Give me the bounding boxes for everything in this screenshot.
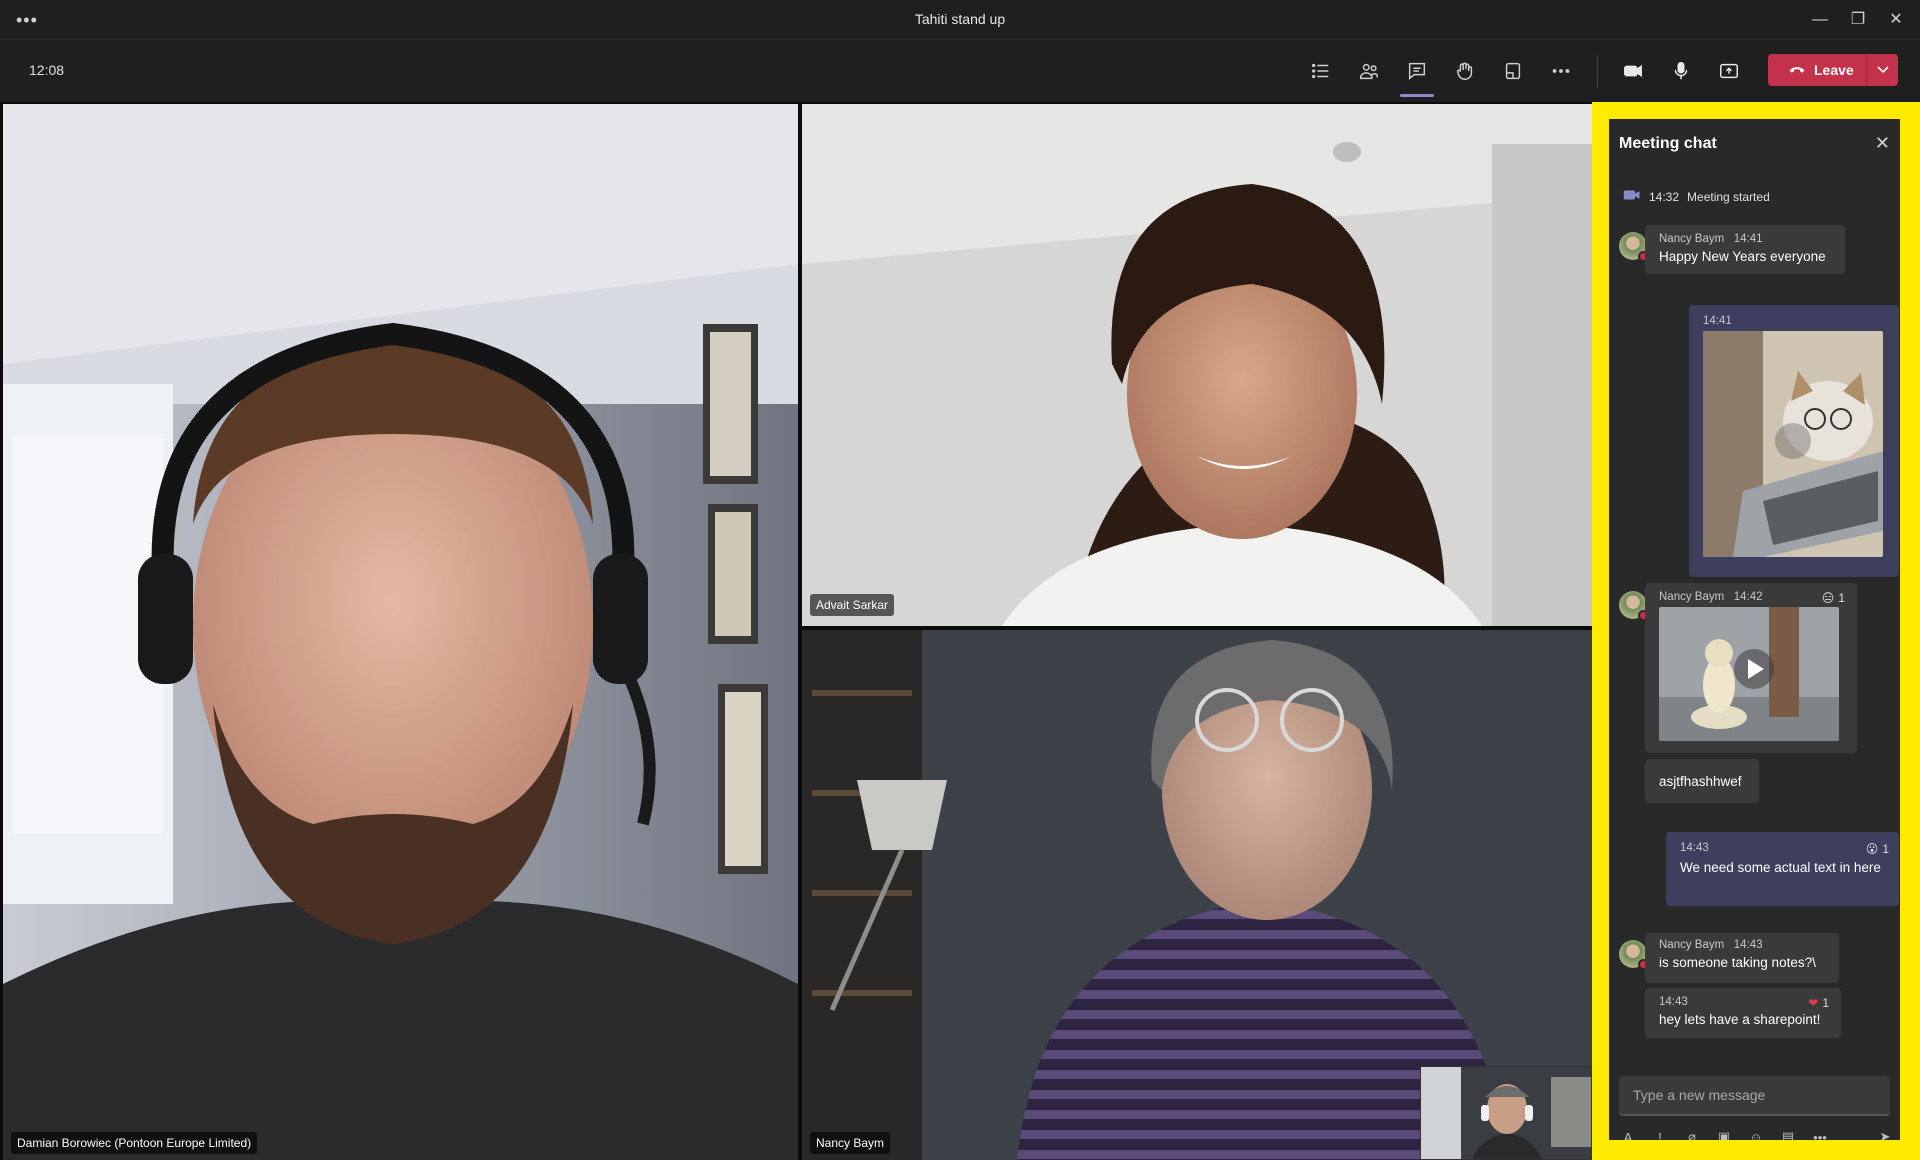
chat-message-own[interactable]: 14:41 [1689, 305, 1899, 577]
system-message: 14:32 Meeting started [1623, 189, 1770, 204]
grin-emoji-icon: 😑 [1821, 591, 1835, 605]
video-camera-icon [1623, 189, 1641, 204]
message-text: is someone taking notes?\ [1659, 955, 1816, 970]
leave-button-main[interactable]: Leave [1768, 54, 1866, 86]
message-time: 14:41 [1703, 315, 1732, 327]
title-bar: ••• Tahiti stand up — ❐ ✕ [0, 0, 1920, 40]
system-text: Meeting started [1687, 189, 1770, 204]
video-feed-advait [802, 104, 1592, 626]
chat-message-own[interactable]: 14:43 😮 1 We need some actual text in he… [1666, 832, 1899, 906]
message-text: We need some actual text in here [1680, 860, 1881, 875]
message-text: asjtfhashhwef [1659, 774, 1742, 789]
reaction-badge[interactable]: ❤ 1 [1808, 996, 1829, 1010]
camera-icon[interactable] [1617, 55, 1649, 87]
leave-button[interactable]: Leave [1768, 54, 1898, 86]
attach-icon[interactable]: ⌀ [1683, 1129, 1701, 1140]
video-tile-damian[interactable]: Damian Borowiec (Pontoon Europe Limited) [3, 104, 798, 1160]
message-text: Happy New Years everyone [1659, 249, 1826, 264]
priority-icon[interactable]: ! [1651, 1130, 1669, 1141]
chat-message[interactable]: Nancy Baym 14:41 Happy New Years everyon… [1645, 225, 1845, 274]
reaction-badge[interactable]: 😑 1 [1822, 591, 1845, 605]
message-input[interactable] [1619, 1076, 1890, 1114]
heart-icon: ❤ [1808, 996, 1819, 1010]
minimize-icon[interactable]: — [1808, 8, 1832, 32]
emoji-icon[interactable]: ☺ [1747, 1130, 1765, 1141]
reactions-icon[interactable] [1449, 55, 1481, 87]
gif-icon[interactable]: ▤ [1779, 1129, 1797, 1140]
window-title: Tahiti stand up [914, 11, 1006, 27]
loop-component-icon[interactable]: ▣ [1715, 1129, 1733, 1140]
restore-icon[interactable]: ❐ [1846, 8, 1870, 32]
video-stage: Damian Borowiec (Pontoon Europe Limited)… [0, 102, 1592, 1160]
chat-message[interactable]: 14:43 ❤ 1 hey lets have a sharepoint! [1645, 988, 1841, 1038]
participant-name-tag: Damian Borowiec (Pontoon Europe Limited) [11, 1132, 258, 1154]
toolbar-divider [1597, 55, 1598, 87]
video-feed-damian [3, 104, 798, 1160]
chat-icon[interactable] [1401, 55, 1433, 87]
chat-active-indicator [1400, 94, 1434, 97]
chat-message[interactable]: Nancy Baym 14:43 is someone taking notes… [1645, 933, 1839, 983]
meeting-toolbar: 12:08 Leave [0, 40, 1920, 102]
video-tile-advait[interactable]: Advait Sarkar [802, 104, 1592, 626]
avatar[interactable] [1619, 232, 1649, 262]
message-time: 14:43 [1659, 996, 1688, 1008]
share-screen-icon[interactable] [1713, 55, 1745, 87]
dog-gif-image[interactable] [1659, 607, 1839, 741]
surprised-emoji-icon: 😮 [1865, 842, 1879, 856]
message-text: hey lets have a sharepoint! [1659, 1012, 1821, 1027]
chat-container: Meeting chat ✕ 14:32 Meeting started Nan… [1609, 119, 1900, 1140]
format-icon[interactable]: A [1619, 1130, 1637, 1141]
meeting-timer: 12:08 [29, 62, 65, 78]
participants-icon[interactable] [1353, 55, 1385, 87]
close-icon[interactable]: ✕ [1884, 8, 1908, 32]
participant-name-tag: Advait Sarkar [810, 594, 895, 616]
hang-up-icon [1788, 62, 1806, 78]
view-icon[interactable] [1497, 55, 1529, 87]
microphone-icon[interactable] [1665, 55, 1697, 87]
chat-message[interactable]: asjtfhashhwef [1645, 759, 1759, 803]
message-meta: Nancy Baym 14:42 [1659, 591, 1763, 603]
send-icon[interactable]: ➤ [1876, 1129, 1894, 1140]
avatar[interactable] [1619, 591, 1649, 621]
avatar[interactable] [1619, 940, 1649, 970]
participant-name-tag: Nancy Baym [810, 1132, 891, 1154]
chat-title: Meeting chat [1619, 135, 1717, 152]
system-time: 14:32 [1649, 189, 1680, 204]
cat-gif-image[interactable] [1703, 331, 1883, 557]
message-meta: Nancy Baym 14:43 [1659, 939, 1763, 951]
message-compose-box[interactable] [1619, 1076, 1890, 1116]
more-actions-icon[interactable] [1545, 55, 1577, 87]
chat-message[interactable]: Nancy Baym 14:42 😑 1 [1645, 583, 1857, 753]
meeting-chat-panel: Meeting chat ✕ 14:32 Meeting started Nan… [1592, 102, 1920, 1160]
self-view[interactable] [1420, 1066, 1592, 1160]
self-view-feed [1421, 1067, 1591, 1159]
chevron-down-icon[interactable] [1867, 66, 1898, 74]
message-meta: Nancy Baym 14:41 [1659, 233, 1763, 245]
message-time: 14:43 [1680, 842, 1709, 854]
more-options-icon[interactable]: ••• [1811, 1130, 1829, 1141]
agenda-list-icon[interactable] [1305, 55, 1337, 87]
leave-label: Leave [1814, 62, 1854, 78]
reaction-badge[interactable]: 😮 1 [1866, 842, 1889, 856]
compose-toolbar: A ! ⌀ ▣ ☺ ▤ ••• ➤ [1619, 1127, 1894, 1140]
close-chat-icon[interactable]: ✕ [1875, 133, 1890, 154]
